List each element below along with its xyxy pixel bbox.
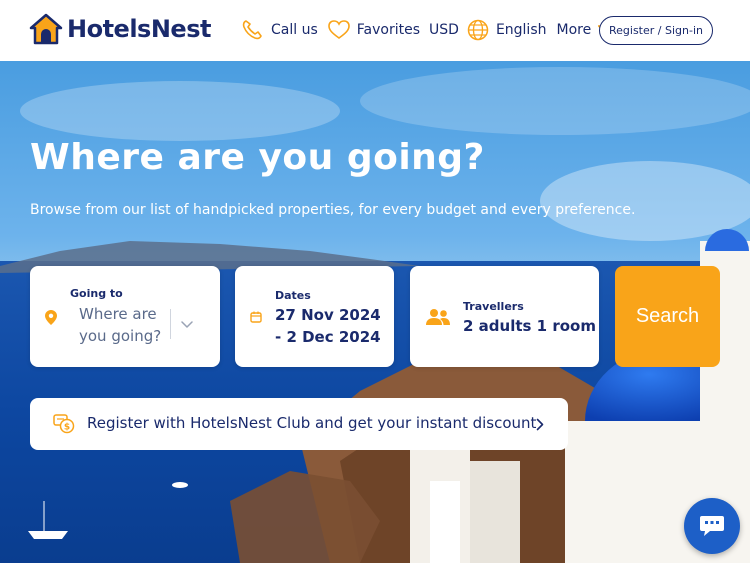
club-banner-text: Register with HotelsNest Club and get yo… (87, 414, 537, 432)
travellers-label: Travellers (463, 300, 524, 313)
brand-name: HotelsNest (67, 15, 211, 43)
currency-label: USD (429, 22, 459, 38)
travellers-value: 2 adults 1 room (463, 317, 596, 335)
destination-placeholder-line1: Where are (79, 305, 157, 323)
call-us-label: Call us (271, 22, 318, 38)
call-us-link[interactable]: Call us (241, 19, 318, 41)
svg-text:$: $ (64, 423, 70, 433)
register-sign-in-button[interactable]: Register / Sign-in (599, 16, 713, 45)
language-selector[interactable]: English (467, 19, 547, 41)
location-pin-icon (45, 310, 57, 325)
top-header: HotelsNest Call us Favorites USD English… (0, 0, 750, 61)
live-chat-button[interactable] (684, 498, 740, 554)
destination-field[interactable]: Going to Where are you going? (30, 266, 220, 367)
destination-placeholder-line2: you going? (79, 327, 162, 345)
going-to-label: Going to (70, 287, 123, 300)
favorites-link[interactable]: Favorites (327, 20, 421, 40)
people-icon (426, 309, 450, 325)
coins-icon: $ (53, 414, 75, 434)
more-label: More (556, 22, 592, 38)
house-logo-icon (29, 13, 63, 45)
hero-subtitle: Browse from our list of handpicked prope… (30, 202, 636, 218)
dates-line1: 27 Nov 2024 (275, 306, 381, 324)
dates-line2: - 2 Dec 2024 (275, 328, 381, 346)
phone-icon (242, 20, 262, 40)
currency-selector[interactable]: USD (429, 22, 459, 38)
chevron-down-icon[interactable] (181, 321, 193, 329)
destination-divider (170, 309, 171, 339)
hero-section: Where are you going? Browse from our lis… (0, 61, 750, 563)
calendar-icon (250, 311, 262, 323)
favorites-label: Favorites (356, 22, 421, 38)
club-register-banner[interactable]: $ Register with HotelsNest Club and get … (30, 398, 568, 450)
language-label: English (495, 22, 547, 38)
chevron-right-icon (536, 418, 544, 431)
travellers-field[interactable]: Travellers 2 adults 1 room (410, 266, 599, 367)
chat-icon (700, 516, 724, 536)
dates-label: Dates (275, 289, 311, 302)
heart-icon (327, 20, 350, 39)
header-nav: Call us Favorites USD English More (241, 19, 617, 41)
brand-logo[interactable]: HotelsNest (29, 13, 211, 45)
dates-field[interactable]: Dates 27 Nov 2024 - 2 Dec 2024 (235, 266, 394, 367)
search-button[interactable]: Search (615, 266, 720, 367)
hero-title: Where are you going? (30, 137, 485, 178)
globe-icon (467, 19, 489, 41)
